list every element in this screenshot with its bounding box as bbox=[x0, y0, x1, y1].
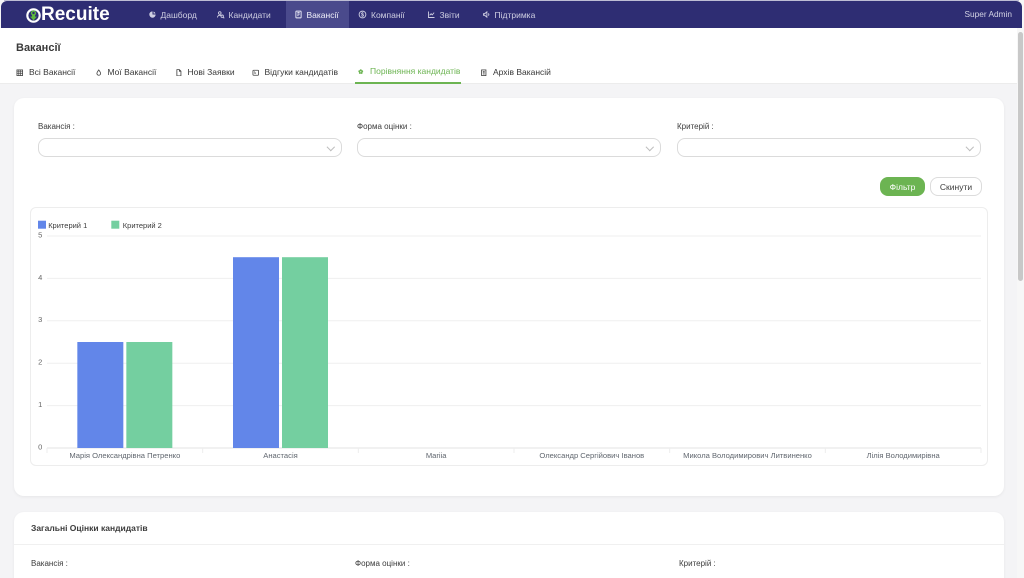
svg-text:3: 3 bbox=[38, 315, 42, 324]
svg-text:0: 0 bbox=[38, 442, 42, 451]
svg-text:Олександр Сергійович Іванов: Олександр Сергійович Іванов bbox=[539, 451, 644, 460]
svg-text:Критерий 1: Критерий 1 bbox=[48, 221, 87, 230]
svg-text:Критерий 2: Критерий 2 bbox=[123, 221, 162, 230]
svg-text:1: 1 bbox=[38, 400, 42, 409]
svg-text:Лілія Володимирівна: Лілія Володимирівна bbox=[867, 451, 941, 460]
svg-text:Марія Олександрівна Петренко: Марія Олександрівна Петренко bbox=[69, 451, 180, 460]
svg-text:Mariia: Mariia bbox=[426, 451, 447, 460]
svg-text:Анастасія: Анастасія bbox=[263, 451, 298, 460]
svg-text:4: 4 bbox=[38, 273, 42, 282]
svg-text:2: 2 bbox=[38, 358, 42, 367]
svg-text:Микола Володимирович Литвиненк: Микола Володимирович Литвиненко bbox=[683, 451, 812, 460]
svg-text:5: 5 bbox=[38, 230, 42, 239]
